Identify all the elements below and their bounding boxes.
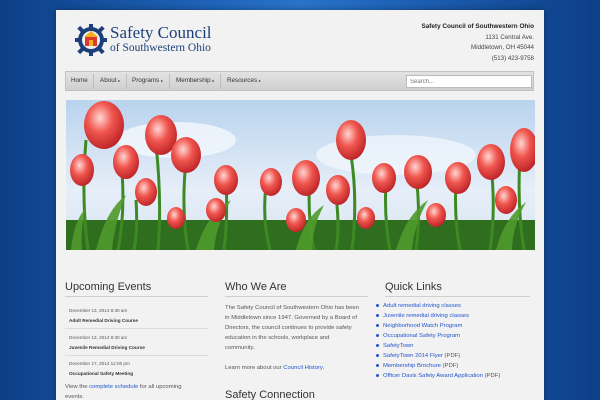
quick-link[interactable]: Occupational Safety Program (383, 333, 460, 339)
contact-phone: (513) 423-9758 (491, 54, 534, 62)
events-title: Upcoming Events (65, 281, 152, 293)
quick-link-item: Neighborhood Watch Program (376, 323, 462, 329)
quick-link[interactable]: Membership Brochure (383, 363, 441, 369)
nav-divider (126, 74, 127, 89)
nav-divider (93, 74, 94, 89)
hero-tulips-image (66, 100, 535, 250)
event-divider (65, 355, 208, 356)
complete-schedule-link[interactable]: complete schedule (89, 384, 138, 390)
bullet-icon (376, 303, 379, 307)
quick-link-item: SafetyTown 2014 Flyer (PDF) (376, 353, 460, 359)
bullet-icon (376, 373, 379, 377)
brand-title[interactable]: Safety Council (110, 23, 212, 43)
about-title: Who We Are (225, 281, 287, 293)
event-date: December 13, 2014 8:30 am (69, 335, 128, 340)
page-container: Safety Council of Southwestern Ohio Safe… (56, 10, 544, 400)
about-title-rule (225, 296, 368, 297)
nav-programs[interactable]: Programs ▸ (132, 77, 163, 84)
events-title-rule (65, 296, 208, 297)
bullet-icon (376, 353, 379, 357)
quick-link[interactable]: SafetyTown 2014 Flyer (383, 353, 443, 359)
bullet-icon (376, 333, 379, 337)
quick-link[interactable]: Juvenile remedial driving classes (383, 313, 469, 319)
quick-link-item: Membership Brochure (PDF) (376, 363, 458, 369)
nav-membership[interactable]: Membership ▸ (176, 77, 214, 84)
search-input[interactable] (406, 75, 532, 88)
quick-link-item: Occupational Safety Program (376, 333, 460, 339)
council-history-link[interactable]: Council History (283, 365, 322, 371)
nav-resources[interactable]: Resources ▸ (227, 77, 261, 84)
nav-home[interactable]: Home (71, 77, 88, 84)
event-name[interactable]: Occupational Safety Meeting (69, 371, 133, 376)
safety-connection-title: Safety Connection (225, 389, 315, 400)
quick-link-item: SafetyTown (376, 343, 413, 349)
caret-icon: ▸ (161, 78, 164, 83)
safety-council-logo-icon[interactable] (73, 22, 109, 58)
quick-link[interactable]: Officer Davis Safety Award Application (383, 373, 483, 379)
contact-org: Safety Council of Southwestern Ohio (421, 23, 534, 30)
bullet-icon (376, 363, 379, 367)
contact-street: 1131 Central Ave. (485, 33, 534, 41)
event-date: December 17, 2014 12:00 pm (69, 361, 130, 366)
caret-icon: ▸ (118, 78, 121, 83)
contact-block: Safety Council of Southwestern Ohio 1131… (421, 22, 534, 64)
quick-link[interactable]: Neighborhood Watch Program (383, 323, 462, 329)
nav-divider (169, 74, 170, 89)
brand-subtitle[interactable]: of Southwestern Ohio (110, 42, 211, 54)
learn-more-text: Learn more about our Council History. (225, 365, 325, 371)
event-name[interactable]: Juvenile Remedial Driving Course (69, 345, 145, 350)
caret-icon: ▸ (212, 78, 215, 83)
nav-divider (220, 74, 221, 89)
event-date: December 13, 2014 8:30 am (69, 308, 128, 313)
quick-link[interactable]: Adult remedial driving classes (383, 303, 461, 309)
event-divider (65, 328, 208, 329)
quick-link[interactable]: SafetyTown (383, 343, 413, 349)
nav-about[interactable]: About ▸ (100, 77, 120, 84)
quick-links-title: Quick Links (385, 281, 442, 293)
caret-icon: ▸ (258, 78, 261, 83)
events-footer: View the complete schedule for all upcom… (65, 384, 182, 400)
event-name[interactable]: Adult Remedial Driving Course (69, 318, 138, 323)
bullet-icon (376, 343, 379, 347)
quick-link-item: Officer Davis Safety Award Application (… (376, 373, 500, 379)
quick-links-title-rule (385, 296, 530, 297)
bullet-icon (376, 313, 379, 317)
contact-city: Middletown, OH 45044 (471, 44, 534, 51)
about-text: The Safety Council of Southwestern Ohio … (225, 305, 359, 351)
quick-link-item: Adult remedial driving classes (376, 303, 461, 309)
bullet-icon (376, 323, 379, 327)
quick-link-item: Juvenile remedial driving classes (376, 313, 469, 319)
